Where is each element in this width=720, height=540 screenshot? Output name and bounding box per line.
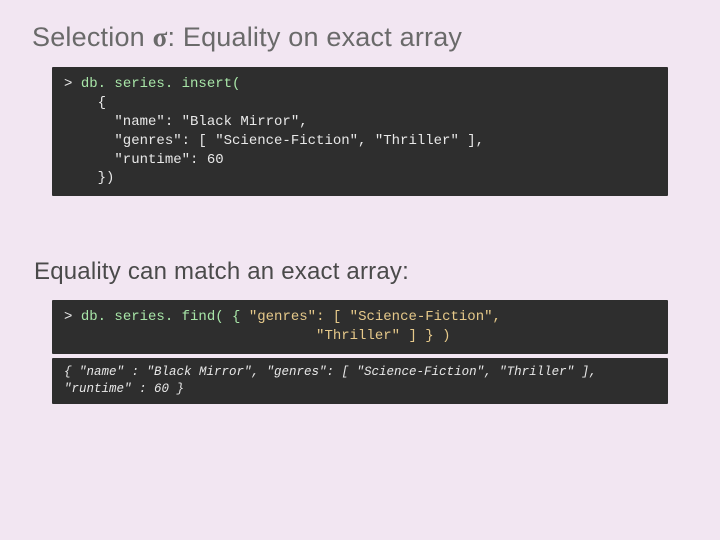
title-pre: Selection — [32, 22, 153, 52]
indent — [64, 328, 232, 344]
title-post: : Equality on exact array — [167, 22, 462, 52]
code-block-insert: > db. series. insert( { "name": "Black M… — [52, 67, 668, 196]
code-block-find: > db. series. find( { "genres": [ "Scien… — [52, 300, 668, 354]
result-block: { "name" : "Black Mirror", "genres": [ "… — [52, 358, 668, 404]
sigma-symbol: σ — [153, 22, 168, 52]
prompt: > — [64, 76, 81, 92]
insert-body: { "name": "Black Mirror", "genres": [ "S… — [64, 95, 484, 187]
find-command-pre: db. series. find( { — [81, 309, 241, 325]
insert-command: db. series. insert( — [81, 76, 241, 92]
find-str1: "genres": [ "Science-Fiction", — [240, 309, 500, 325]
slide-title: Selection σ: Equality on exact array — [32, 22, 688, 53]
subtitle: Equality can match an exact array: — [34, 258, 688, 286]
prompt: > — [64, 309, 81, 325]
find-str2: "Thriller" ] } ) — [232, 328, 450, 344]
